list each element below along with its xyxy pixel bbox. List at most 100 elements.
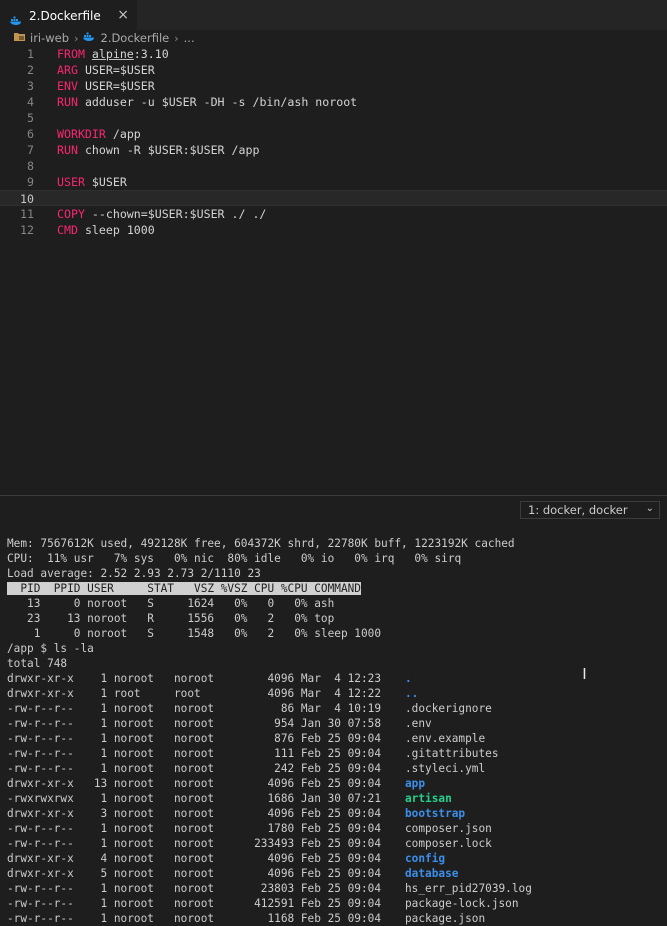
keyword: WORKDIR	[57, 127, 106, 141]
file-name: composer.lock	[405, 837, 492, 850]
file-row: -rw-r--r-- 1 noroot noroot 1780 Feb 25 0…	[7, 822, 492, 835]
file-name: package-lock.json	[405, 897, 519, 910]
folder-icon	[14, 31, 25, 45]
text-cursor-icon: I	[582, 665, 587, 683]
tab-2-dockerfile[interactable]: 2.Dockerfile ×	[0, 0, 137, 30]
ls-total: total 748	[7, 657, 68, 670]
file-name: .dockerignore	[405, 702, 492, 715]
file-row: -rw-r--r-- 1 noroot noroot 412591 Feb 25…	[7, 897, 519, 910]
file-row: drwxr-xr-x 3 noroot noroot 4096 Feb 25 0…	[7, 807, 466, 820]
line-number: 10	[20, 192, 34, 206]
file-name: .	[405, 672, 412, 685]
code-line[interactable]: 9 USER $USER	[0, 174, 667, 190]
file-row: -rw-r--r-- 1 noroot noroot 876 Feb 25 09…	[7, 732, 486, 745]
terminal[interactable]: Mem: 7567612K used, 492128K free, 604372…	[0, 536, 667, 925]
file-row: -rw-r--r-- 1 noroot noroot 954 Jan 30 07…	[7, 717, 432, 730]
process-row: 13 0 noroot S 1624 0% 0 0% ash	[7, 597, 335, 610]
line-number: 9	[27, 175, 34, 189]
code-line[interactable]: 2 ARG USER=$USER	[0, 62, 667, 78]
keyword: RUN	[57, 143, 78, 157]
code-line[interactable]: 3 ENV USER=$USER	[0, 78, 667, 94]
image-name: alpine	[91, 47, 134, 61]
line-number: 8	[27, 159, 34, 173]
file-name: hs_err_pid27039.log	[405, 882, 532, 895]
breadcrumb: iri-web › 2.Dockerfile › ...	[0, 30, 667, 46]
keyword: CMD	[57, 223, 78, 237]
line-source: FROM alpine:3.10	[57, 46, 169, 62]
file-name: app	[405, 777, 426, 790]
chevron-down-icon: ⌄	[645, 503, 654, 514]
chevron-right-icon: ›	[174, 31, 179, 45]
top-header-line: PID PPID USER STAT VSZ %VSZ CPU %CPU COM…	[7, 581, 361, 596]
shell-prompt: /app $ ls -la	[7, 642, 94, 655]
breadcrumb-folder[interactable]: iri-web	[30, 31, 69, 45]
docker-whale-icon	[10, 11, 22, 25]
top-header-line-text: PID PPID USER STAT VSZ %VSZ CPU %CPU COM…	[7, 582, 361, 595]
code-text: sleep 1000	[84, 223, 155, 237]
line-number: 3	[27, 79, 34, 93]
process-row: 23 13 noroot R 1556 0% 2 0% top	[7, 612, 335, 625]
close-icon[interactable]: ×	[117, 7, 129, 23]
breadcrumb-ellipsis[interactable]: ...	[184, 31, 195, 45]
code-text: USER=$USER	[84, 79, 155, 93]
breadcrumb-file[interactable]: 2.Dockerfile	[100, 31, 169, 45]
top-load-line: Load average: 2.52 2.93 2.73 2/1110 23	[7, 567, 261, 580]
line-number: 11	[20, 207, 34, 221]
keyword: ARG	[57, 63, 78, 77]
code-text: /app	[112, 127, 141, 141]
code-line[interactable]: 11 COPY --chown=$USER:$USER ./ ./	[0, 206, 667, 222]
keyword: COPY	[57, 207, 85, 221]
file-name: .env.example	[405, 732, 486, 745]
keyword: FROM	[57, 47, 85, 61]
code-text: $USER	[91, 175, 127, 189]
code-line[interactable]: 10	[0, 190, 667, 206]
line-source: COPY --chown=$USER:$USER ./ ./	[57, 206, 266, 222]
code-line[interactable]: 1 FROM alpine:3.10	[0, 46, 667, 62]
code-line[interactable]: 8	[0, 158, 667, 174]
keyword: RUN	[57, 95, 78, 109]
terminal-selector[interactable]: 1: docker, docker ⌄	[520, 501, 660, 519]
file-row: -rwxrwxrwx 1 noroot noroot 1686 Jan 30 0…	[7, 792, 452, 805]
line-number: 6	[27, 127, 34, 141]
top-cpu-line: CPU: 11% usr 7% sys 0% nic 80% idle 0% i…	[7, 552, 462, 565]
file-name: composer.json	[405, 822, 492, 835]
file-row: drwxr-xr-x 13 noroot noroot 4096 Feb 25 …	[7, 777, 426, 790]
line-number: 4	[27, 95, 34, 109]
line-number: 2	[27, 63, 34, 77]
file-row: -rw-r--r-- 1 noroot noroot 242 Feb 25 09…	[7, 762, 486, 775]
file-row: -rw-r--r-- 1 noroot noroot 23803 Feb 25 …	[7, 882, 532, 895]
file-row: drwxr-xr-x 1 root root 4096 Mar 4 12:22.…	[7, 687, 419, 700]
keyword: ENV	[57, 79, 78, 93]
file-name: config	[405, 852, 446, 865]
code-text: chown -R $USER:$USER /app	[84, 143, 260, 157]
file-name: ..	[405, 687, 419, 700]
line-source: RUN adduser -u $USER -DH -s /bin/ash nor…	[57, 94, 357, 110]
line-source: CMD sleep 1000	[57, 222, 155, 238]
file-name: .env	[405, 717, 432, 730]
docker-whale-icon	[83, 31, 95, 45]
terminal-selector-value: 1: docker, docker	[528, 503, 628, 517]
code-text: adduser -u $USER -DH -s /bin/ash noroot	[84, 95, 358, 109]
code-line[interactable]: 4 RUN adduser -u $USER -DH -s /bin/ash no…	[0, 94, 667, 110]
file-name: .styleci.yml	[405, 762, 486, 775]
line-number: 7	[27, 143, 34, 157]
code-line[interactable]: 5	[0, 110, 667, 126]
line-source: USER $USER	[57, 174, 127, 190]
chevron-right-icon: ›	[74, 31, 79, 45]
file-name: database	[405, 867, 459, 880]
file-row: drwxr-xr-x 1 noroot noroot 4096 Mar 4 12…	[7, 672, 412, 685]
panel-divider[interactable]	[0, 495, 667, 496]
keyword: USER	[57, 175, 85, 189]
code-line[interactable]: 12 CMD sleep 1000	[0, 222, 667, 238]
line-source: RUN chown -R $USER:$USER /app	[57, 142, 259, 158]
code-line[interactable]: 7 RUN chown -R $USER:$USER /app	[0, 142, 667, 158]
code-text: --chown=$USER:$USER ./ ./	[91, 207, 267, 221]
code-text: USER=$USER	[84, 63, 155, 77]
file-row: drwxr-xr-x 5 noroot noroot 4096 Feb 25 0…	[7, 867, 459, 880]
code-editor[interactable]: 1 FROM alpine:3.10 2 ARG USER=$USER 3 ENV USE…	[0, 46, 667, 496]
line-number: 12	[20, 223, 34, 237]
code-text: :3.10	[133, 47, 169, 61]
line-number: 5	[27, 111, 34, 125]
file-row: drwxr-xr-x 4 noroot noroot 4096 Feb 25 0…	[7, 852, 446, 865]
code-line[interactable]: 6 WORKDIR /app	[0, 126, 667, 142]
